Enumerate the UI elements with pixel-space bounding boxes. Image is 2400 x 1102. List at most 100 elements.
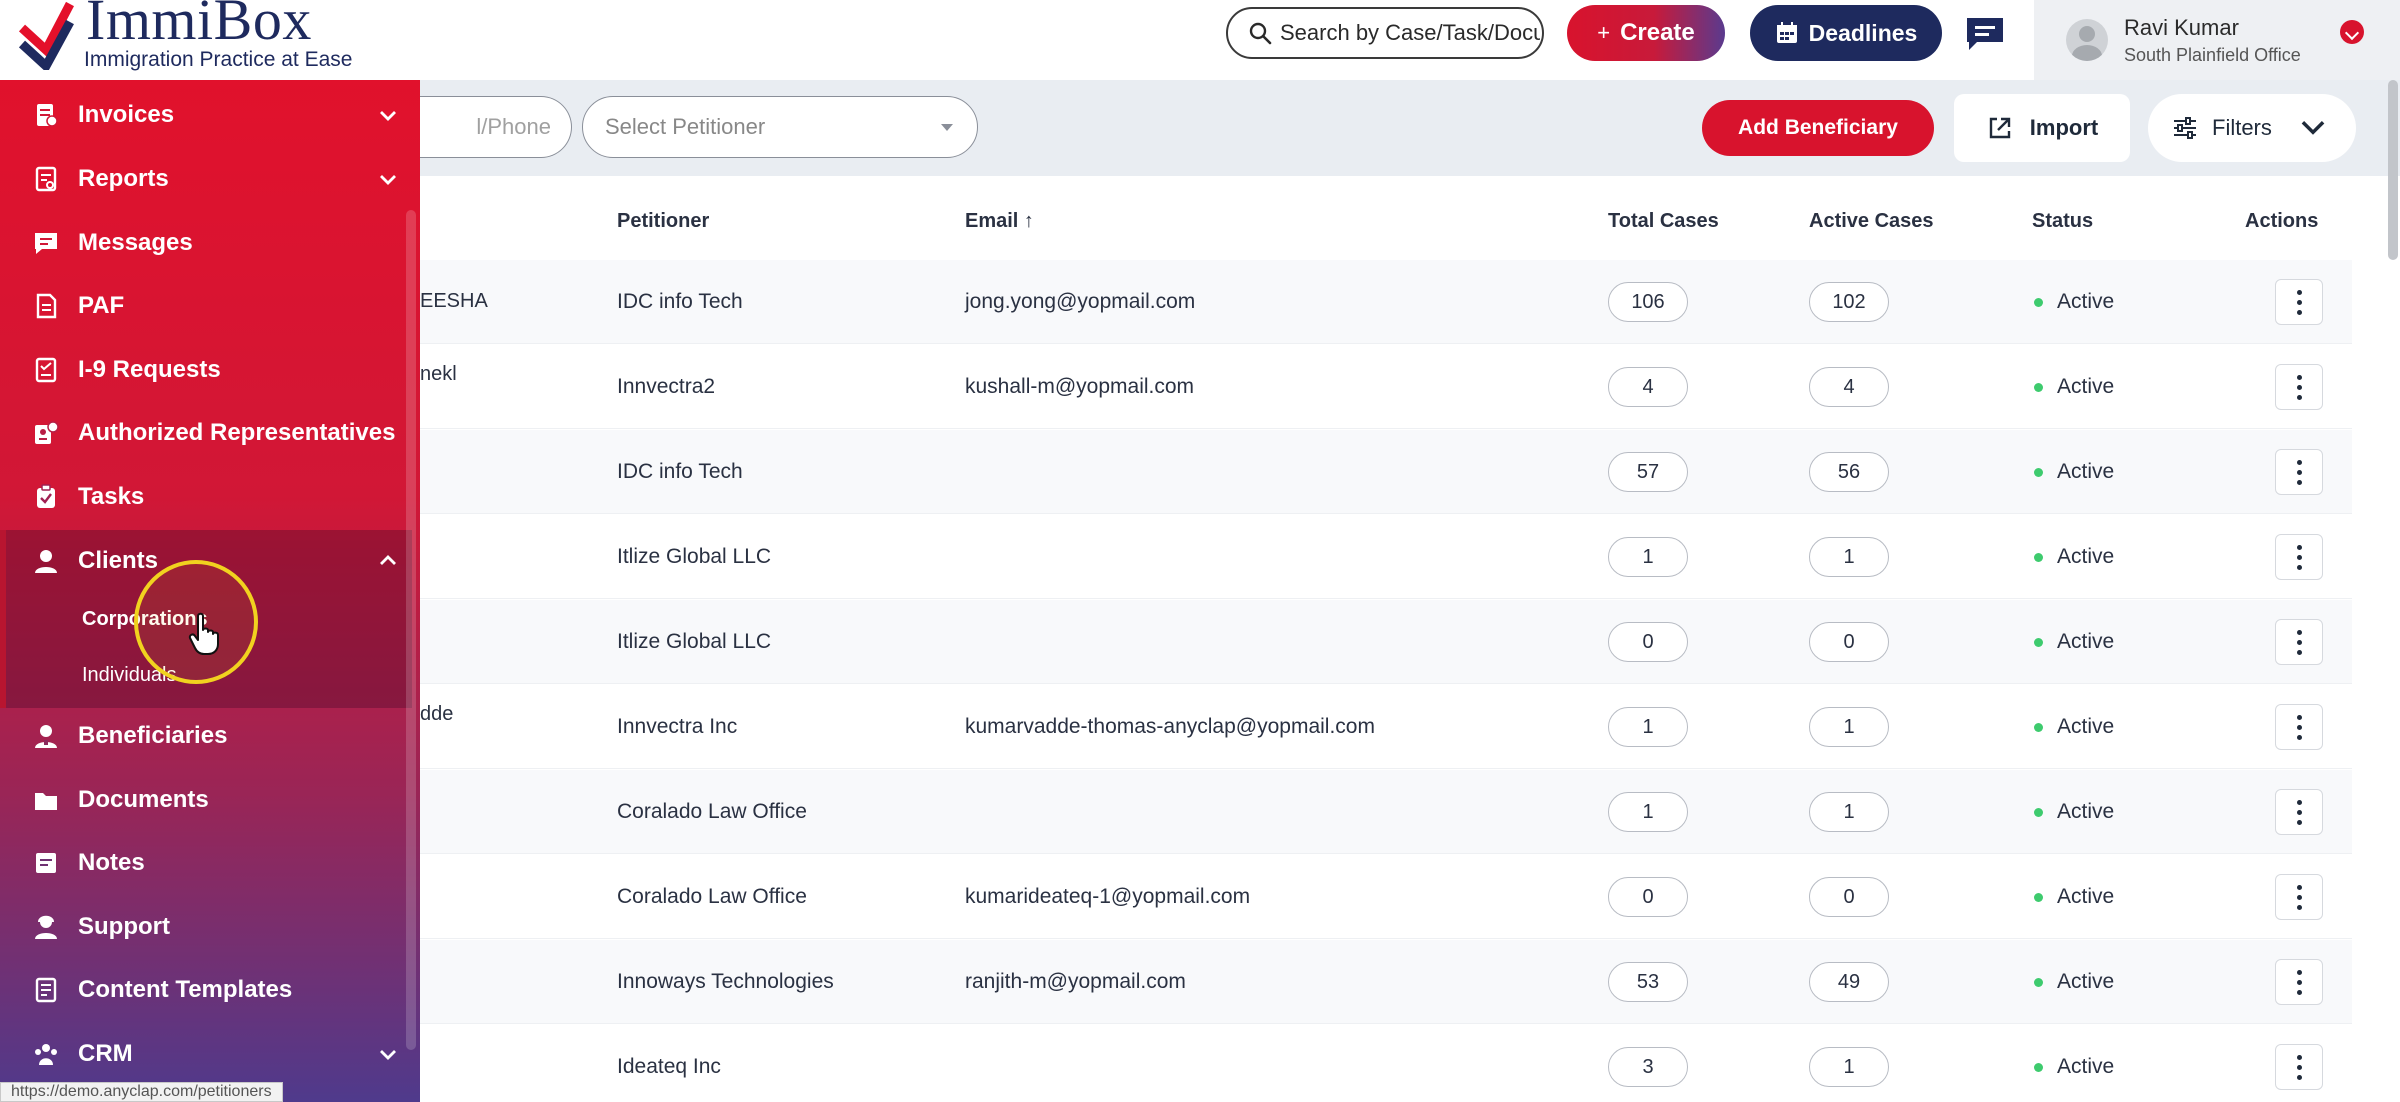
status-badge: Active bbox=[2034, 885, 2114, 909]
beneficiary-icon bbox=[35, 725, 57, 748]
active-cases-badge[interactable]: 1 bbox=[1809, 707, 1889, 747]
sidebar-item-reports[interactable]: Reports bbox=[0, 150, 420, 208]
table-row[interactable]: Itlize Global LLC 0 0 Active bbox=[420, 600, 2352, 684]
petitioner-select[interactable]: Select Petitioner bbox=[582, 96, 978, 158]
table-row[interactable]: Innoways Technologies ranjith-m@yopmail.c… bbox=[420, 940, 2352, 1024]
logo[interactable]: ImmiBox Immigration Practice at Ease bbox=[0, 0, 420, 80]
column-active-cases[interactable]: Active Cases bbox=[1809, 210, 1934, 233]
search-icon bbox=[1249, 22, 1272, 45]
global-search-input[interactable] bbox=[1280, 20, 1540, 46]
beneficiary-search-input[interactable] bbox=[420, 97, 571, 157]
request-icon bbox=[35, 357, 57, 383]
total-cases-badge[interactable]: 53 bbox=[1608, 962, 1688, 1002]
sidebar-item-i-9-requests[interactable]: I-9 Requests bbox=[0, 341, 420, 399]
page-scrollbar[interactable] bbox=[2388, 80, 2398, 260]
table-row[interactable]: Coralado Law Office kumarideateq-1@yopmai… bbox=[420, 855, 2352, 939]
table-row[interactable]: Coralado Law Office 1 1 Active bbox=[420, 770, 2352, 854]
more-actions-icon[interactable] bbox=[2275, 364, 2323, 410]
sidebar-item-authorized-representatives[interactable]: Authorized Representatives bbox=[0, 404, 420, 462]
sidebar-item-label: I-9 Requests bbox=[78, 356, 221, 383]
total-cases-badge[interactable]: 1 bbox=[1608, 537, 1688, 577]
more-actions-icon[interactable] bbox=[2275, 279, 2323, 325]
sidebar-item-label: Documents bbox=[78, 786, 209, 813]
table-row[interactable]: Ideateq Inc 3 1 Active bbox=[420, 1025, 2352, 1102]
sidebar-item-invoices[interactable]: Invoices bbox=[0, 86, 420, 144]
active-cases-badge[interactable]: 4 bbox=[1809, 367, 1889, 407]
more-actions-icon[interactable] bbox=[2275, 1044, 2323, 1090]
add-beneficiary-button[interactable]: Add Beneficiary bbox=[1702, 100, 1934, 156]
sidebar-item-documents[interactable]: Documents bbox=[0, 771, 420, 829]
sidebar-item-messages[interactable]: Messages bbox=[0, 214, 420, 272]
sidebar-item-label: Content Templates bbox=[78, 976, 293, 1003]
beneficiary-search[interactable] bbox=[420, 96, 572, 158]
total-cases-badge[interactable]: 3 bbox=[1608, 1047, 1688, 1087]
more-actions-icon[interactable] bbox=[2275, 874, 2323, 920]
table-row[interactable]: EESHA IDC info Tech jong.yong@yopmail.com 1… bbox=[420, 260, 2352, 344]
status-text: Active bbox=[2057, 290, 2115, 313]
total-cases-badge[interactable]: 106 bbox=[1608, 282, 1688, 322]
sidebar-item-support[interactable]: Support bbox=[0, 898, 420, 956]
column-total-cases[interactable]: Total Cases bbox=[1608, 210, 1719, 233]
table-row[interactable]: nekl Innvectra2 kushall-m@yopmail.com 4 4 Act… bbox=[420, 345, 2352, 429]
import-button[interactable]: Import bbox=[1954, 94, 2130, 162]
total-cases-badge[interactable]: 1 bbox=[1608, 707, 1688, 747]
deadlines-button[interactable]: Deadlines bbox=[1750, 5, 1942, 61]
status-bar-url: https://demo.anyclap.com/petitioners bbox=[0, 1082, 283, 1102]
beneficiary-name[interactable]: nekl bbox=[420, 363, 457, 386]
chat-icon[interactable] bbox=[1963, 14, 2007, 54]
beneficiary-name[interactable]: dde bbox=[420, 703, 453, 726]
active-cases-badge[interactable]: 1 bbox=[1809, 537, 1889, 577]
column-status[interactable]: Status bbox=[2032, 210, 2093, 233]
more-actions-icon[interactable] bbox=[2275, 449, 2323, 495]
sidebar-item-tasks[interactable]: Tasks bbox=[0, 468, 420, 526]
table-row[interactable]: dde Innvectra Inc kumarvadde-thomas-anycla… bbox=[420, 685, 2352, 769]
import-icon bbox=[1989, 117, 2010, 139]
status-text: Active bbox=[2057, 715, 2115, 738]
table-row[interactable]: Itlize Global LLC 1 1 Active bbox=[420, 515, 2352, 599]
total-cases-badge[interactable]: 0 bbox=[1608, 877, 1688, 917]
active-cases-badge[interactable]: 0 bbox=[1809, 877, 1889, 917]
active-cases-badge[interactable]: 1 bbox=[1809, 1047, 1889, 1087]
status-text: Active bbox=[2057, 970, 2115, 993]
filters-button[interactable]: Filters bbox=[2148, 94, 2356, 162]
status-dot-icon bbox=[2034, 807, 2043, 817]
active-cases-badge[interactable]: 49 bbox=[1809, 962, 1889, 1002]
sidebar-item-label: Notes bbox=[78, 849, 145, 876]
sidebar-item-notes[interactable]: Notes bbox=[0, 834, 420, 892]
active-cases-badge[interactable]: 1 bbox=[1809, 792, 1889, 832]
total-cases-badge[interactable]: 57 bbox=[1608, 452, 1688, 492]
total-cases-badge[interactable]: 0 bbox=[1608, 622, 1688, 662]
more-actions-icon[interactable] bbox=[2275, 704, 2323, 750]
total-cases-badge[interactable]: 4 bbox=[1608, 367, 1688, 407]
sidebar-item-label: Authorized Representatives bbox=[78, 419, 396, 446]
table-row[interactable]: IDC info Tech 57 56 Active bbox=[420, 430, 2352, 514]
sidebar-item-paf[interactable]: PAF bbox=[0, 277, 420, 335]
status-dot-icon bbox=[2034, 382, 2043, 392]
chevron-down-icon bbox=[380, 111, 396, 121]
status-badge: Active bbox=[2034, 545, 2114, 569]
active-cases-badge[interactable]: 56 bbox=[1809, 452, 1889, 492]
chevron-down-icon[interactable] bbox=[2340, 20, 2364, 44]
petitioner-cell: Innvectra2 bbox=[617, 375, 716, 398]
more-actions-icon[interactable] bbox=[2275, 789, 2323, 835]
sidebar-scrollbar[interactable] bbox=[406, 210, 416, 1050]
more-actions-icon[interactable] bbox=[2275, 959, 2323, 1005]
create-button[interactable]: + Create bbox=[1567, 5, 1725, 61]
column-email[interactable]: Email ↑ bbox=[965, 210, 1034, 233]
column-petitioner[interactable]: Petitioner bbox=[617, 210, 709, 233]
total-cases-badge[interactable]: 1 bbox=[1608, 792, 1688, 832]
sidebar-item-content-templates[interactable]: Content Templates bbox=[0, 961, 420, 1019]
active-cases-badge[interactable]: 102 bbox=[1809, 282, 1889, 322]
status-badge: Active bbox=[2034, 375, 2114, 399]
sidebar-item-beneficiaries[interactable]: Beneficiaries bbox=[0, 707, 420, 765]
more-actions-icon[interactable] bbox=[2275, 619, 2323, 665]
sidebar-item-crm[interactable]: CRM bbox=[0, 1025, 420, 1083]
deadlines-label: Deadlines bbox=[1808, 19, 1918, 46]
beneficiary-name[interactable]: EESHA bbox=[420, 290, 488, 313]
avatar bbox=[2066, 19, 2108, 61]
more-actions-icon[interactable] bbox=[2275, 534, 2323, 580]
global-search[interactable] bbox=[1226, 7, 1544, 59]
active-cases-badge[interactable]: 0 bbox=[1809, 622, 1889, 662]
sidebar-item-label: Tasks bbox=[78, 483, 145, 510]
status-badge: Active bbox=[2034, 460, 2114, 484]
